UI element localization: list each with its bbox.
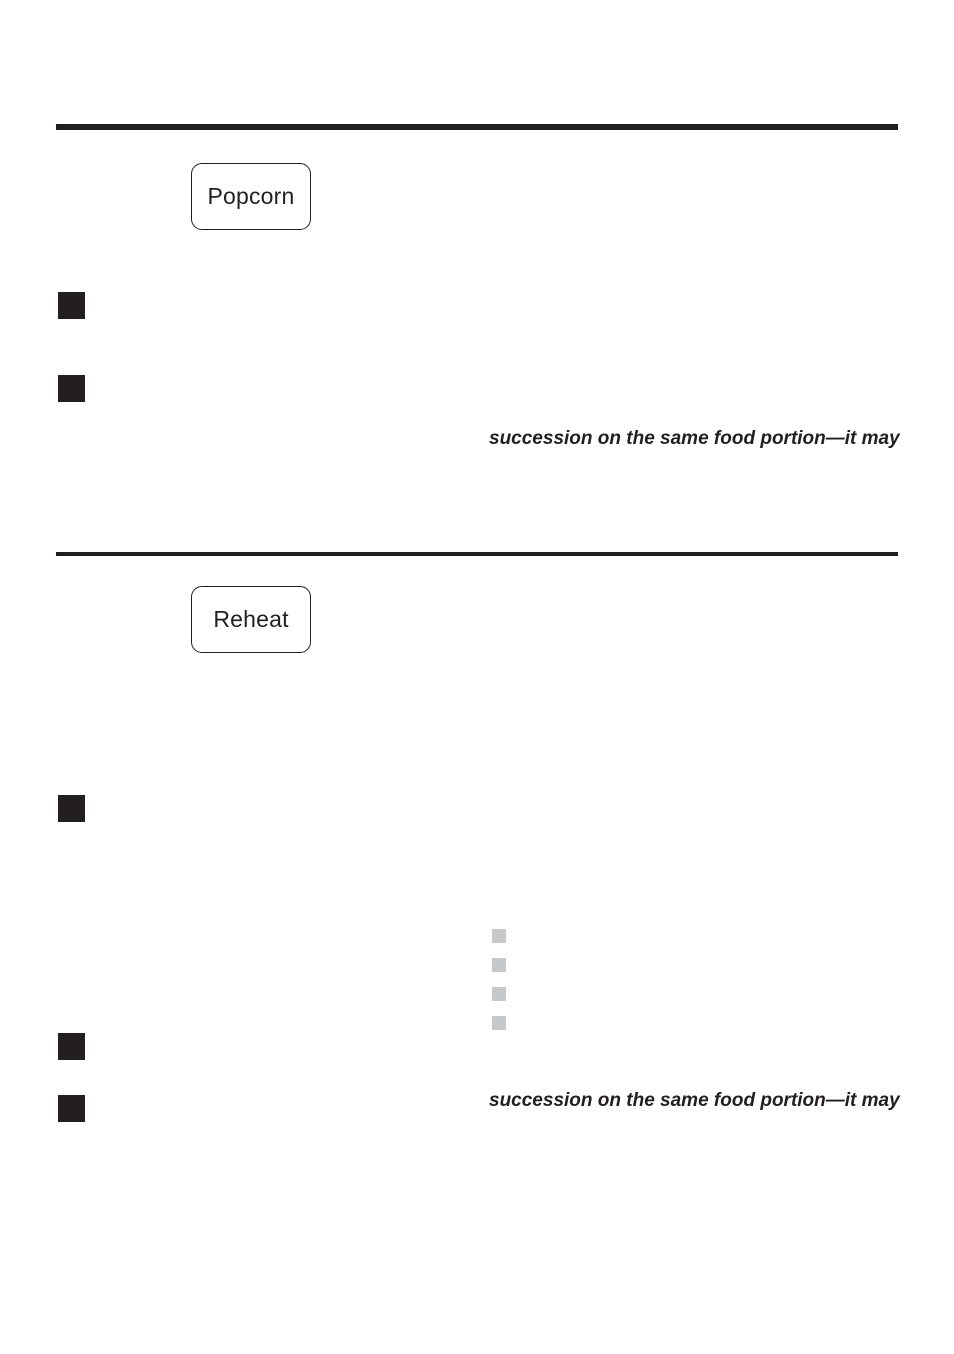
popcorn-button-label: Popcorn (207, 183, 295, 209)
sub-bullet-marker-gray (492, 958, 506, 972)
bullet-marker-dark (58, 1033, 85, 1060)
sub-bullet-marker-gray (492, 1016, 506, 1030)
bullet-marker-dark (58, 375, 85, 402)
popcorn-button[interactable]: Popcorn (191, 163, 311, 230)
reheat-button[interactable]: Reheat (191, 586, 311, 653)
bullet-marker-dark (58, 1095, 85, 1122)
section-divider-thick (56, 124, 898, 130)
sub-bullet-marker-gray (492, 929, 506, 943)
bullet-marker-dark (58, 292, 85, 319)
sub-bullet-marker-gray (492, 987, 506, 1001)
section-divider-thin (56, 552, 898, 556)
reheat-note-text: succession on the same food portion—it m… (489, 1090, 900, 1111)
popcorn-note-text: succession on the same food portion—it m… (489, 428, 900, 449)
bullet-marker-dark (58, 795, 85, 822)
manual-page: Popcorn succession on the same food port… (0, 0, 954, 1354)
reheat-button-label: Reheat (213, 606, 289, 632)
